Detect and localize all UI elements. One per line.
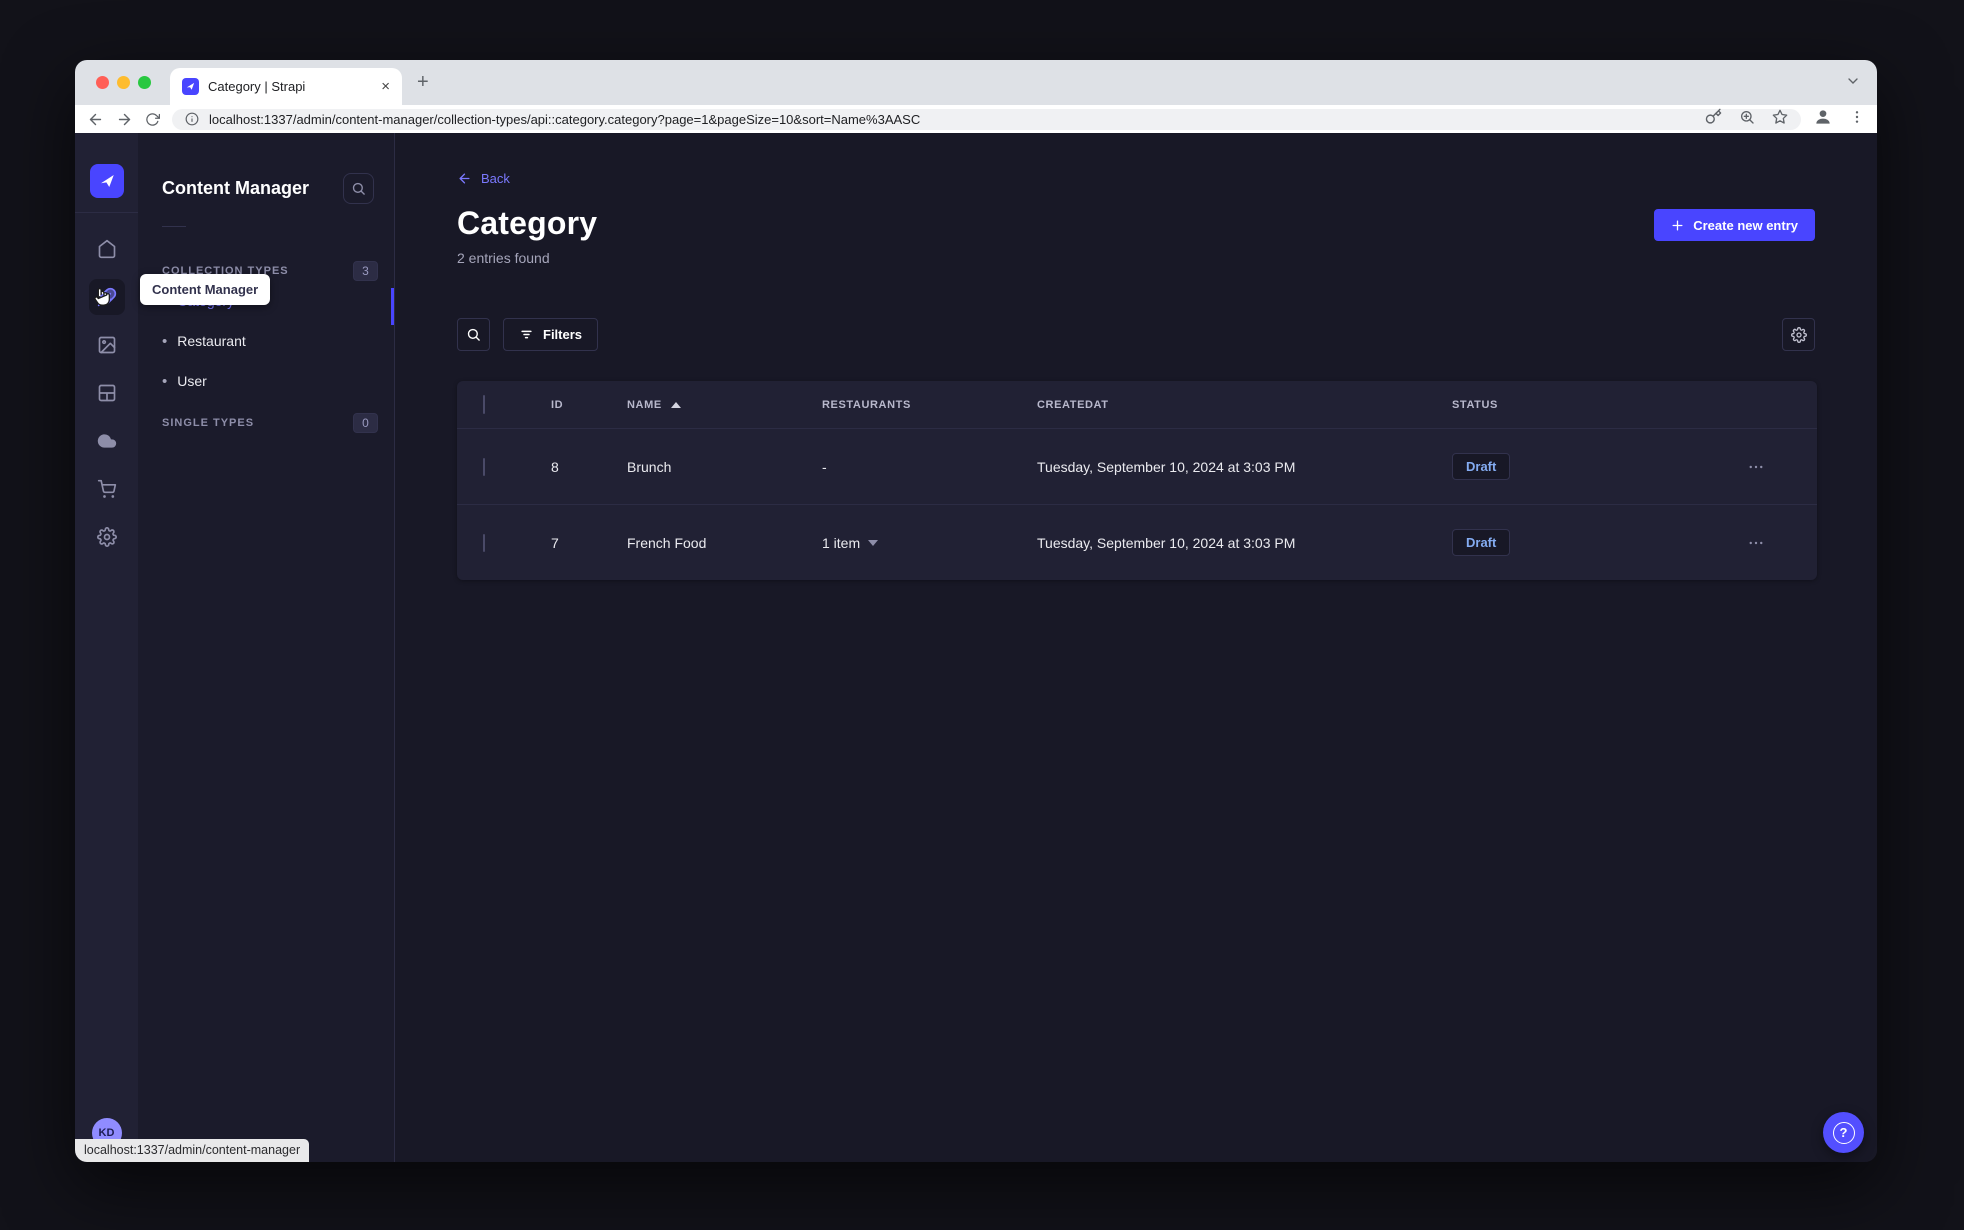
sidebar-item-label: User <box>177 373 207 389</box>
nav-cloud-icon[interactable] <box>89 423 125 459</box>
subnav-title: Content Manager <box>162 178 310 198</box>
table-row[interactable]: 8 Brunch - Tuesday, September 10, 2024 a… <box>457 428 1817 504</box>
link-preview-status-bar: localhost:1337/admin/content-manager <box>75 1139 310 1162</box>
entries-table: ID NAME RESTAURANTS CREATEDAT STATUS 8 B… <box>457 381 1817 580</box>
strapi-favicon-icon <box>182 78 199 95</box>
url-text[interactable]: localhost:1337/admin/content-manager/col… <box>209 112 920 127</box>
status-badge: Draft <box>1452 529 1511 556</box>
table-search-button[interactable] <box>457 318 490 351</box>
chevron-down-icon <box>868 539 879 546</box>
plus-icon <box>1672 220 1683 230</box>
row-actions-button[interactable] <box>1747 534 1817 552</box>
tab-strip: Category | Strapi × + <box>75 60 1877 105</box>
strapi-logo[interactable] <box>89 164 124 198</box>
filter-icon <box>521 330 532 339</box>
bookmark-star-icon[interactable] <box>1772 109 1788 130</box>
browser-window: Category | Strapi × + localhost:1337/adm… <box>75 60 1877 1162</box>
hand-cursor-icon <box>91 285 113 312</box>
back-nav-icon[interactable] <box>87 111 104 128</box>
cell-id: 8 <box>551 458 559 475</box>
single-types-count-badge: 0 <box>353 413 378 433</box>
status-badge: Draft <box>1452 453 1511 480</box>
site-info-icon[interactable] <box>185 112 199 126</box>
column-header-status[interactable]: STATUS <box>1452 399 1747 411</box>
sort-ascending-icon <box>670 401 681 408</box>
row-checkbox[interactable] <box>483 533 485 552</box>
tab-title: Category | Strapi <box>208 79 306 94</box>
filters-button[interactable]: Filters <box>503 318 599 351</box>
nav-marketplace-icon[interactable] <box>89 471 125 507</box>
content-manager-tooltip: Content Manager <box>140 274 271 305</box>
close-window-button[interactable] <box>96 76 109 89</box>
nav-settings-icon[interactable] <box>89 519 125 555</box>
url-bar[interactable]: localhost:1337/admin/content-manager/col… <box>172 108 1801 130</box>
view-settings-button[interactable] <box>1782 318 1815 351</box>
help-button[interactable]: ? <box>1823 1112 1864 1153</box>
zoom-window-button[interactable] <box>138 76 151 89</box>
rail-divider <box>75 212 138 213</box>
gear-icon <box>1790 326 1807 343</box>
active-item-indicator <box>391 288 394 325</box>
back-link[interactable]: Back <box>457 171 510 186</box>
back-label: Back <box>481 171 510 186</box>
cell-createdat: Tuesday, September 10, 2024 at 3:03 PM <box>1037 534 1296 551</box>
strapi-app: KD Content Manager COLLECTION TYPES 3 • … <box>75 133 1877 1162</box>
column-header-name[interactable]: NAME <box>627 399 822 411</box>
cell-name: French Food <box>627 534 707 551</box>
password-manager-icon[interactable] <box>1705 108 1722 130</box>
column-header-restaurants[interactable]: RESTAURANTS <box>822 399 1037 411</box>
browser-profile-icon[interactable] <box>1813 107 1833 132</box>
column-header-id[interactable]: ID <box>551 399 627 411</box>
cell-id: 7 <box>551 534 559 551</box>
forward-nav-icon[interactable] <box>116 111 133 128</box>
column-header-createdat[interactable]: CREATEDAT <box>1037 399 1452 411</box>
sidebar-item-label: Restaurant <box>177 333 246 349</box>
table-header-row: ID NAME RESTAURANTS CREATEDAT STATUS <box>457 381 1817 428</box>
cell-restaurants[interactable]: 1 item <box>822 535 1037 551</box>
page-title: Category <box>457 205 598 241</box>
bullet-icon: • <box>162 372 168 390</box>
table-row[interactable]: 7 French Food 1 item Tuesday, September … <box>457 504 1817 580</box>
main-content: Back Category 2 entries found Create new… <box>395 133 1877 1162</box>
reload-icon[interactable] <box>145 112 160 127</box>
minimize-window-button[interactable] <box>117 76 130 89</box>
select-all-checkbox[interactable] <box>483 394 485 414</box>
nav-home-icon[interactable] <box>89 231 125 267</box>
question-mark-icon: ? <box>1832 1121 1855 1144</box>
browser-toolbar: localhost:1337/admin/content-manager/col… <box>75 105 1877 133</box>
sidebar-item-user[interactable]: • User <box>162 361 394 401</box>
tab-search-chevron-icon[interactable] <box>1845 73 1861 94</box>
cell-name: Brunch <box>627 458 672 475</box>
nav-content-type-builder-icon[interactable] <box>89 375 125 411</box>
browser-menu-icon[interactable] <box>1849 109 1865 130</box>
back-arrow-icon <box>459 173 470 184</box>
new-tab-button[interactable]: + <box>417 71 429 94</box>
nav-media-library-icon[interactable] <box>89 327 125 363</box>
traffic-lights <box>96 76 151 89</box>
create-new-entry-button[interactable]: Create new entry <box>1654 209 1815 241</box>
browser-tab[interactable]: Category | Strapi × <box>170 68 402 105</box>
row-checkbox[interactable] <box>483 457 485 476</box>
subnav-search-button[interactable] <box>343 173 374 204</box>
collection-types-count-badge: 3 <box>353 261 378 281</box>
cell-restaurants: - <box>822 458 827 475</box>
single-types-label: SINGLE TYPES <box>162 417 255 429</box>
cell-createdat: Tuesday, September 10, 2024 at 3:03 PM <box>1037 458 1296 475</box>
zoom-page-icon[interactable] <box>1739 109 1755 130</box>
subnav-divider <box>162 226 186 227</box>
bullet-icon: • <box>162 332 168 350</box>
tab-close-icon[interactable]: × <box>381 79 390 94</box>
row-actions-button[interactable] <box>1747 458 1817 476</box>
sidebar-item-restaurant[interactable]: • Restaurant <box>162 321 394 361</box>
entries-count: 2 entries found <box>457 250 550 266</box>
